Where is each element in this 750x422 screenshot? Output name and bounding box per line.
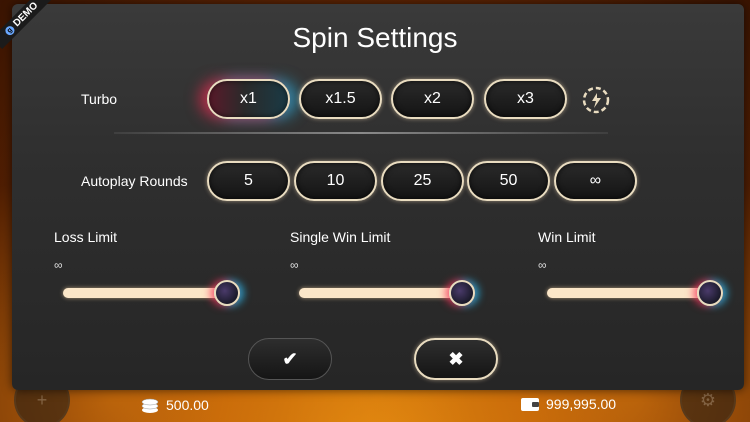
coin-stack-icon [141,398,159,413]
win-limit-label: Win Limit [538,229,596,245]
page-title: Spin Settings [292,22,458,53]
turbo-option-x1[interactable]: x1 [207,79,290,119]
autoplay-option-infinite[interactable]: ∞ [554,161,637,201]
loss-limit-label: Loss Limit [54,229,118,245]
bet-display: 500.00 [140,396,209,414]
section-divider [114,132,608,134]
win-limit-value: ∞ [538,258,547,272]
spin-settings-panel [12,4,744,390]
single-win-limit-slider-handle[interactable] [449,280,475,306]
plus-icon: + [36,389,48,410]
win-limit-slider-handle[interactable] [697,280,723,306]
checkmark-icon: ✔ [282,348,298,369]
loss-limit-slider[interactable] [63,288,233,298]
autoplay-rounds-label: Autoplay Rounds [81,173,188,189]
win-limit-slider[interactable] [547,288,717,298]
single-win-limit-slider[interactable] [299,288,469,298]
autoplay-option-25[interactable]: 25 [381,161,464,201]
turbo-label: Turbo [81,91,118,107]
autoplay-option-10[interactable]: 10 [294,161,377,201]
bet-amount: 500.00 [166,397,209,413]
close-icon: ✖ [448,348,464,369]
autoplay-option-50[interactable]: 50 [467,161,550,201]
balance-amount: 999,995.00 [546,396,617,412]
confirm-button[interactable]: ✔ [248,338,332,380]
turbo-option-x1-5[interactable]: x1.5 [299,79,382,119]
single-win-limit-label: Single Win Limit [290,229,391,245]
turbo-speed-icon[interactable] [580,84,612,116]
turbo-option-x2[interactable]: x2 [391,79,474,119]
turbo-option-x3[interactable]: x3 [484,79,567,119]
single-win-limit-value: ∞ [290,258,299,272]
wallet-icon [521,398,539,411]
cancel-button[interactable]: ✖ [414,338,498,380]
autoplay-option-5[interactable]: 5 [207,161,290,201]
balance-display: 999,995.00 [520,396,616,412]
loss-limit-value: ∞ [54,258,63,272]
gear-icon: ⚙ [699,389,717,410]
loss-limit-slider-handle[interactable] [214,280,240,306]
